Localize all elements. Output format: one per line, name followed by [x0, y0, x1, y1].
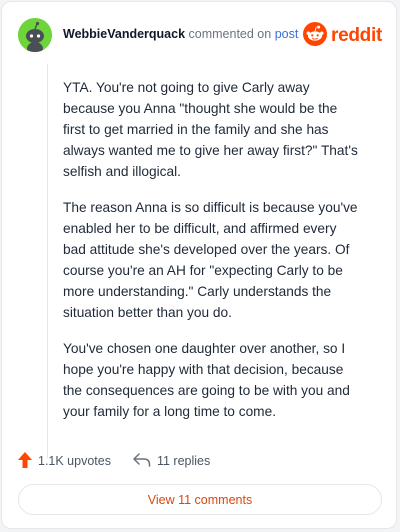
reddit-wordmark: reddit: [331, 25, 382, 46]
action-text: commented on: [188, 27, 272, 41]
upvote-count: 1.1K upvotes: [38, 454, 111, 468]
thread-line[interactable]: [47, 64, 48, 458]
post-link[interactable]: post: [275, 27, 299, 41]
comment-paragraph: The reason Anna is so difficult is becau…: [63, 200, 358, 320]
comment-body: YTA. You're not going to give Carly away…: [47, 64, 358, 458]
reddit-logo-icon: [303, 21, 328, 51]
comment-paragraph: You've chosen one daughter over another,…: [63, 341, 350, 419]
upvote-button[interactable]: 1.1K upvotes: [18, 451, 111, 471]
snoo-avatar-icon[interactable]: [18, 18, 52, 52]
comment-actions: 1.1K upvotes 11 replies: [18, 449, 210, 473]
comment-text: YTA. You're not going to give Carly away…: [63, 77, 363, 437]
view-comments-button[interactable]: View 11 comments: [18, 484, 382, 515]
replies-count: 11 replies: [156, 454, 211, 468]
upvote-arrow-icon: [18, 451, 32, 471]
comment-meta: WebbieVanderquack commented on post: [63, 27, 298, 41]
reddit-brand[interactable]: reddit: [303, 21, 382, 51]
replies-button[interactable]: 11 replies: [133, 452, 211, 470]
username-link[interactable]: WebbieVanderquack: [63, 27, 185, 41]
reply-arrow-icon: [133, 452, 151, 470]
comment-paragraph: YTA. You're not going to give Carly away…: [63, 80, 358, 179]
comment-header: WebbieVanderquack commented on post redd…: [18, 18, 382, 52]
comment-card: WebbieVanderquack commented on post redd…: [1, 1, 397, 529]
